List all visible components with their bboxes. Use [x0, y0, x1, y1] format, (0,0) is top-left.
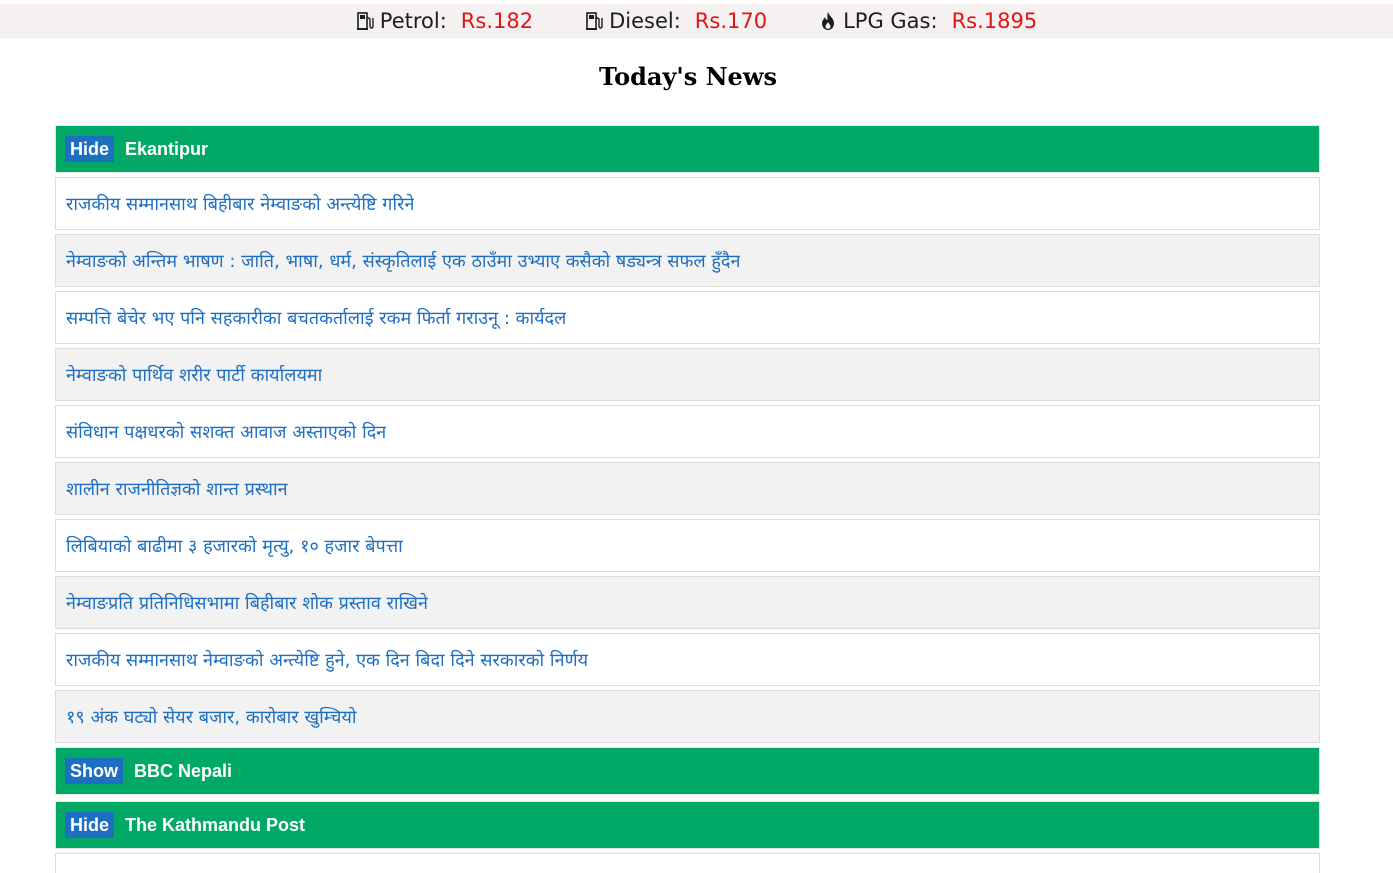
- fuel-item-petrol: Petrol: Rs.182: [356, 9, 533, 33]
- fuel-pump-icon: [356, 11, 374, 31]
- news-link[interactable]: शालीन राजनीतिज्ञको शान्त प्रस्थान: [66, 477, 288, 501]
- fuel-label: Petrol:: [379, 9, 447, 33]
- news-item: लिबियाको बाढीमा ३ हजारको मृत्यु, १० हजार…: [55, 519, 1320, 572]
- source-header-ekantipur: Hide Ekantipur: [55, 125, 1320, 173]
- hide-button[interactable]: Hide: [65, 136, 115, 162]
- news-link[interactable]: लिबियाको बाढीमा ३ हजारको मृत्यु, १० हजार…: [66, 534, 403, 558]
- hide-button[interactable]: Hide: [65, 812, 115, 838]
- news-item: राजकीय सम्मानसाथ नेम्वाङको अन्त्येष्टि ह…: [55, 633, 1320, 686]
- fuel-price: Rs.170: [694, 9, 768, 33]
- source-name: Ekantipur: [125, 138, 209, 159]
- fuel-price-bar: Petrol: Rs.182 Diesel: Rs.170 LPG Gas: R…: [0, 4, 1393, 38]
- news-link[interactable]: राजकीय सम्मानसाथ नेम्वाङको अन्त्येष्टि ह…: [66, 648, 588, 672]
- fuel-item-diesel: Diesel: Rs.170: [585, 9, 767, 33]
- news-item: नेम्वाङप्रति प्रतिनिधिसभामा बिहीबार शोक …: [55, 576, 1320, 629]
- news-item: शालीन राजनीतिज्ञको शान्त प्रस्थान: [55, 462, 1320, 515]
- source-name: BBC Nepali: [134, 760, 233, 781]
- news-link[interactable]: १९ अंक घट्यो सेयर बजार, कारोबार खुम्चियो: [66, 705, 357, 729]
- news-item: राजकीय सम्मानसाथ बिहीबार नेम्वाङको अन्त्…: [55, 177, 1320, 230]
- news-list-ekantipur: राजकीय सम्मानसाथ बिहीबार नेम्वाङको अन्त्…: [55, 177, 1320, 743]
- news-item: संविधान पक्षधरको सशक्त आवाज अस्ताएको दिन: [55, 405, 1320, 458]
- news-link[interactable]: राजकीय सम्मानसाथ बिहीबार नेम्वाङको अन्त्…: [66, 192, 414, 216]
- news-item: नेम्वाङको पार्थिव शरीर पार्टी कार्यालयमा: [55, 348, 1320, 401]
- flame-icon: [819, 11, 837, 31]
- news-link[interactable]: नेम्वाङको पार्थिव शरीर पार्टी कार्यालयमा: [66, 363, 322, 387]
- news-item: नेम्वाङको अन्तिम भाषण : जाति, भाषा, धर्म…: [55, 234, 1320, 287]
- source-header-bbc-nepali: Show BBC Nepali: [55, 747, 1320, 795]
- news-link[interactable]: नेम्वाङको अन्तिम भाषण : जाति, भाषा, धर्म…: [66, 249, 740, 273]
- news-item: [55, 853, 1320, 873]
- source-header-kathmandu-post: Hide The Kathmandu Post: [55, 801, 1320, 849]
- fuel-price: Rs.182: [460, 9, 534, 33]
- show-button[interactable]: Show: [65, 758, 123, 784]
- fuel-label: LPG Gas:: [843, 9, 938, 33]
- news-container: Hide Ekantipur राजकीय सम्मानसाथ बिहीबार …: [55, 125, 1320, 873]
- page-title: Today's News: [599, 62, 777, 91]
- news-link[interactable]: नेम्वाङप्रति प्रतिनिधिसभामा बिहीबार शोक …: [66, 591, 428, 615]
- news-item: सम्पत्ति बेचेर भए पनि सहकारीका बचतकर्ताल…: [55, 291, 1320, 344]
- news-link[interactable]: संविधान पक्षधरको सशक्त आवाज अस्ताएको दिन: [66, 420, 386, 444]
- fuel-item-lpg: LPG Gas: Rs.1895: [819, 9, 1037, 33]
- fuel-label: Diesel:: [609, 9, 681, 33]
- news-item: १९ अंक घट्यो सेयर बजार, कारोबार खुम्चियो: [55, 690, 1320, 743]
- fuel-price: Rs.1895: [951, 9, 1038, 33]
- fuel-pump-icon: [585, 11, 603, 31]
- source-name: The Kathmandu Post: [125, 814, 306, 835]
- news-link[interactable]: सम्पत्ति बेचेर भए पनि सहकारीका बचतकर्ताल…: [66, 306, 566, 330]
